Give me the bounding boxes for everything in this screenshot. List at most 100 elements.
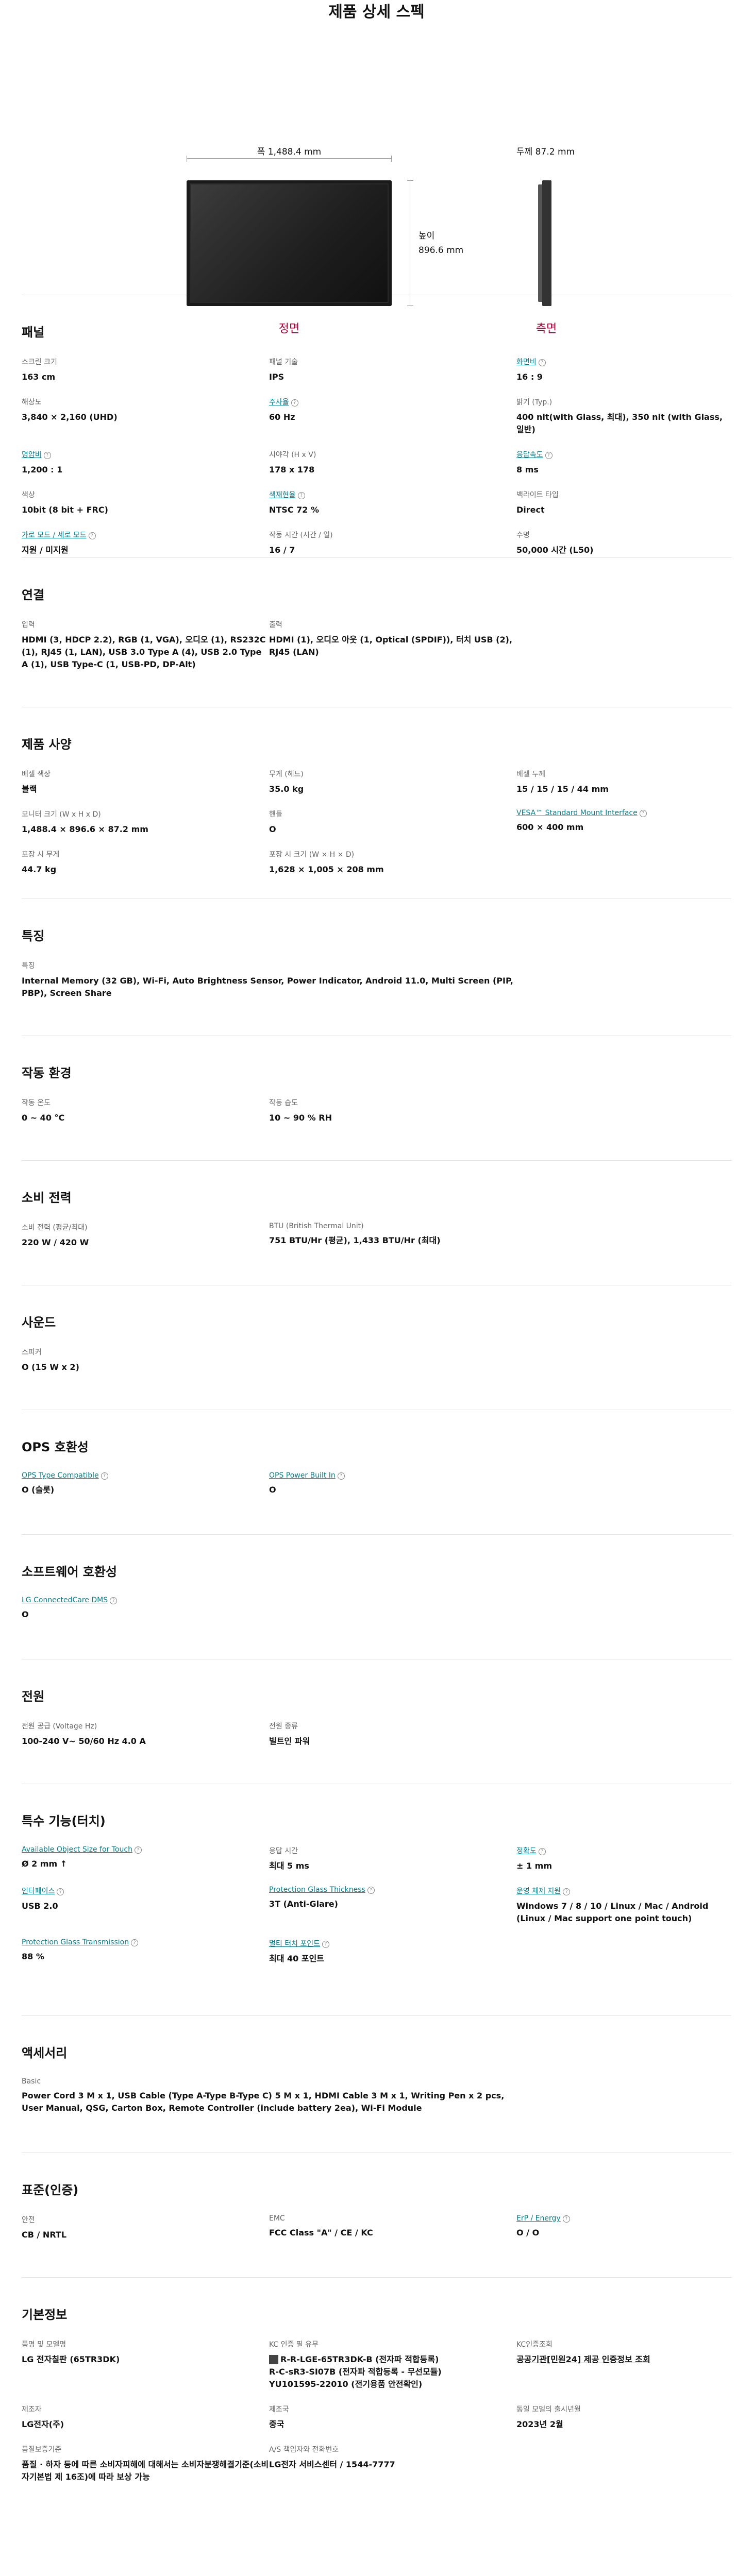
spec-grid: 베젤 색상 블랙 무게 (헤드) 35.0 kg 베젤 두께 15 / 15 / 15 /… bbox=[22, 769, 731, 876]
info-icon[interactable]: ? bbox=[134, 1846, 142, 1854]
height-label-value: 896.6 mm bbox=[419, 245, 464, 256]
spec-label: 베젤 두께 bbox=[516, 769, 728, 779]
spec-value-text: Windows 7 / 8 / 10 / Linux / Mac / Andro… bbox=[516, 1901, 709, 1923]
info-icon[interactable]: ? bbox=[337, 1472, 345, 1480]
spec-value-text: 3,840 × 2,160 (UHD) bbox=[22, 412, 118, 422]
spec-label-link[interactable]: 화면비? bbox=[516, 357, 728, 367]
spec-grid: 품명 및 모델명 LG 전자칠판 (65TR3DK) KC 인증 필 유무 R-R-L… bbox=[22, 2339, 731, 2483]
spec-value-text: 1,628 × 1,005 × 208 mm bbox=[269, 865, 384, 874]
spec-label-link[interactable]: 인터페이스? bbox=[22, 1886, 269, 1896]
spec-value-text: 178 x 178 bbox=[269, 465, 315, 474]
spec-label: 스피커 bbox=[22, 1347, 269, 1357]
spec-item: 작동 온도 0 ~ 40 °C bbox=[22, 1097, 269, 1124]
spec-label-link[interactable]: 응답속도? bbox=[516, 449, 728, 460]
spec-value-text: 88 % bbox=[22, 1952, 44, 1961]
spec-item: 품질보증기준 품질 · 하자 등에 따른 소비자피해에 대해서는 소비자분쟁해결기… bbox=[22, 2444, 269, 2483]
section-title: 작동 환경 bbox=[22, 1066, 72, 1080]
info-icon[interactable]: ? bbox=[367, 1887, 375, 1894]
spec-value-text: ± 1 mm bbox=[516, 1861, 553, 1871]
spec-item: 제조국 중국 bbox=[269, 2404, 516, 2431]
spec-label-text: LG ConnectedCare DMS bbox=[22, 1596, 108, 1604]
spec-value: 600 × 400 mm bbox=[516, 821, 728, 834]
spec-label-link[interactable]: OPS Power Built In? bbox=[269, 1471, 516, 1480]
spec-item: 품명 및 모델명 LG 전자칠판 (65TR3DK) bbox=[22, 2339, 269, 2391]
info-icon[interactable]: ? bbox=[110, 1597, 118, 1604]
spec-item: 입력 HDMI (3, HDCP 2.2), RGB (1, VGA), 오디오 … bbox=[22, 619, 269, 671]
section-title: OPS 호환성 bbox=[22, 1440, 89, 1454]
info-icon[interactable]: ? bbox=[101, 1472, 108, 1480]
spec-value-text: HDMI (1), 오디오 아웃 (1, Optical (SPDIF)), 터… bbox=[269, 635, 513, 657]
spec-label-text: 무게 (헤드) bbox=[269, 770, 304, 778]
spec-label-text: Available Object Size for Touch bbox=[22, 1845, 132, 1854]
spec-label-link[interactable]: 정확도? bbox=[516, 1845, 728, 1856]
info-icon[interactable]: ? bbox=[562, 2215, 570, 2223]
info-icon[interactable]: ? bbox=[131, 1939, 139, 1946]
info-icon[interactable]: ? bbox=[563, 1888, 571, 1895]
info-icon[interactable]: ? bbox=[291, 399, 298, 406]
spec-label-text: 모니터 크기 (W x H x D) bbox=[22, 810, 101, 819]
info-icon[interactable]: ? bbox=[43, 452, 51, 459]
info-icon[interactable]: ? bbox=[545, 452, 553, 459]
spec-value-text: 16 : 9 bbox=[516, 372, 543, 382]
spec-label-text: 작동 온도 bbox=[22, 1099, 51, 1107]
spec-label-link[interactable]: ErP / Energy? bbox=[516, 2214, 728, 2223]
spec-value: HDMI (3, HDCP 2.2), RGB (1, VGA), 오디오 (1… bbox=[22, 634, 269, 671]
spec-label-link[interactable]: 멀티 터치 포인트? bbox=[269, 1938, 516, 1948]
info-icon[interactable]: ? bbox=[639, 810, 647, 817]
spec-label-link[interactable]: OPS Type Compatible? bbox=[22, 1471, 269, 1480]
tv-side-image bbox=[538, 180, 551, 306]
spec-label-link[interactable]: 가로 모드 / 세로 모드? bbox=[22, 530, 269, 540]
info-icon[interactable]: ? bbox=[57, 1888, 64, 1895]
spec-item: 가로 모드 / 세로 모드? 지원 / 미지원 bbox=[22, 530, 269, 556]
dimension-diagram: 폭 1,488.4 mm 높이 896.6 mm 두께 87.2 mm 정면 측… bbox=[0, 27, 753, 335]
spec-value: LG전자 서비스센터 / 1544-7777 bbox=[269, 2459, 516, 2471]
spec-value-text: USB 2.0 bbox=[22, 1901, 58, 1911]
spec-value-text: R-R-LGE-65TR3DK-B (전자파 적합등록) R-C-sR3-SI0… bbox=[269, 2354, 442, 2389]
spec-label: 제조국 bbox=[269, 2404, 516, 2414]
spec-label-text: 응답 시간 bbox=[269, 1847, 298, 1855]
spec-label-text: 운영 체제 지원 bbox=[516, 1887, 561, 1895]
section-connect: 연결 입력 HDMI (3, HDCP 2.2), RGB (1, VGA), 오디… bbox=[22, 557, 731, 707]
info-icon[interactable]: ? bbox=[297, 492, 305, 499]
spec-item: 제조자 LG전자(주) bbox=[22, 2404, 269, 2431]
section-psu: 전원 전원 공급 (Voltage Hz) 100-240 V~ 50/60 Hz … bbox=[22, 1659, 731, 1784]
spec-label-link[interactable]: VESA™ Standard Mount Interface? bbox=[516, 809, 728, 817]
spec-label: 응답 시간 bbox=[269, 1845, 516, 1856]
info-icon[interactable]: ? bbox=[538, 1848, 546, 1855]
spec-label-text: 패널 기술 bbox=[269, 358, 298, 366]
info-icon[interactable]: ? bbox=[322, 1941, 330, 1948]
info-icon[interactable]: ? bbox=[88, 532, 96, 539]
spec-label-link[interactable]: LG ConnectedCare DMS? bbox=[22, 1596, 269, 1604]
spec-item: 모니터 크기 (W x H x D) 1,488.4 × 896.6 × 87.2… bbox=[22, 809, 269, 836]
spec-value: O bbox=[269, 1484, 516, 1496]
spec-label-link[interactable]: Protection Glass Thickness? bbox=[269, 1886, 516, 1894]
spec-label-link[interactable]: Protection Glass Transmission? bbox=[22, 1938, 269, 1946]
spec-item: BTU (British Thermal Unit) 751 BTU/Hr (평균… bbox=[269, 1222, 516, 1249]
spec-label-text: 해상도 bbox=[22, 398, 42, 406]
spec-label-text: 입력 bbox=[22, 621, 35, 629]
spec-value: 지원 / 미지원 bbox=[22, 544, 269, 556]
spec-label-link[interactable]: 운영 체제 지원? bbox=[516, 1886, 728, 1896]
spec-label-text: EMC bbox=[269, 2214, 285, 2223]
info-icon[interactable]: ? bbox=[538, 359, 546, 366]
spec-label-link[interactable]: 명암비? bbox=[22, 449, 269, 460]
spec-value: 50,000 시간 (L50) bbox=[516, 544, 728, 556]
spec-label: 색상 bbox=[22, 489, 269, 500]
spec-value-text: 60 Hz bbox=[269, 412, 295, 422]
spec-value-text: 15 / 15 / 15 / 44 mm bbox=[516, 784, 609, 794]
spec-label-link[interactable]: 색재현율? bbox=[269, 489, 516, 500]
kc-mark-icon bbox=[269, 2355, 278, 2364]
spec-label: 시야각 (H x V) bbox=[269, 449, 516, 460]
spec-item: ErP / Energy? O / O bbox=[516, 2214, 728, 2241]
spec-label-text: 화면비 bbox=[516, 358, 537, 366]
spec-value-text: LG전자(주) bbox=[22, 2419, 64, 2429]
page-title: 제품 상세 스펙 bbox=[328, 3, 425, 21]
spec-value: 1,488.4 × 896.6 × 87.2 mm bbox=[22, 823, 269, 836]
spec-item: 수명 50,000 시간 (L50) bbox=[516, 530, 728, 556]
spec-label-text: 색상 bbox=[22, 491, 35, 499]
spec-grid: 스피커 O (15 W x 2) bbox=[22, 1347, 731, 1374]
spec-label-link[interactable]: Available Object Size for Touch? bbox=[22, 1845, 269, 1854]
spec-label-link[interactable]: 주사율? bbox=[269, 397, 516, 407]
spec-value: FCC Class "A" / CE / KC bbox=[269, 2227, 516, 2239]
spec-value-link[interactable]: 공공기관[민원24] 제공 인증정보 조회 bbox=[516, 2353, 728, 2366]
